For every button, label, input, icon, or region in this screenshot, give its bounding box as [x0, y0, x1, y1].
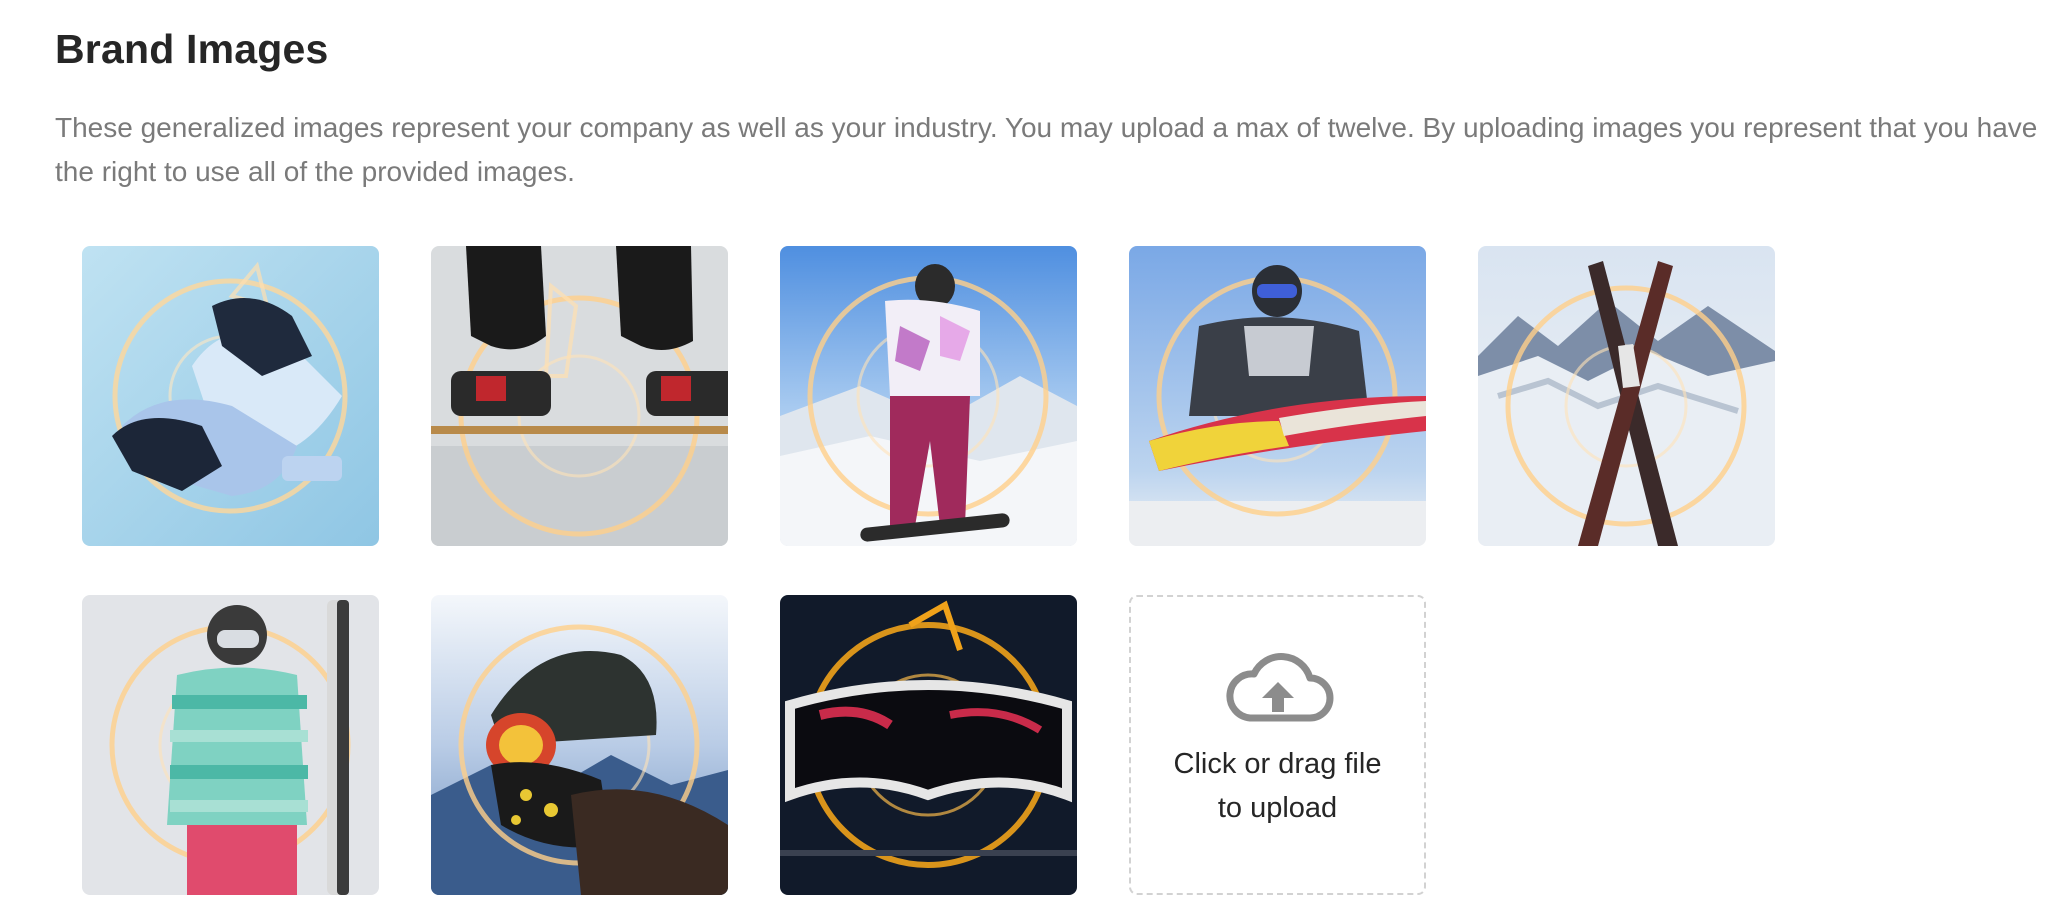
cloud-upload-icon [1225, 653, 1333, 722]
crossed-skis-image [1478, 246, 1775, 546]
brand-image-snowboard-jump[interactable] [1129, 246, 1426, 546]
brand-image-crossed-skis[interactable] [1478, 246, 1775, 546]
upload-dropzone[interactable]: Click or drag file to upload [1129, 595, 1426, 895]
brand-image-helmet-goggles[interactable] [431, 595, 728, 895]
section-title: Brand Images [55, 26, 329, 72]
brand-image-snowboard-boots[interactable] [431, 246, 728, 546]
image-grid: Click or drag file to upload [82, 246, 1775, 895]
skier-striped-image [82, 595, 379, 895]
section-description: These generalized images represent your … [55, 112, 2038, 187]
brand-image-gloves[interactable] [82, 246, 379, 546]
brand-image-skier-pink[interactable] [780, 246, 1077, 546]
goggles-image [780, 595, 1077, 895]
brand-image-goggles[interactable] [780, 595, 1077, 895]
helmet-goggles-image [431, 595, 728, 895]
brand-images-section: Brand Images These generalized images re… [0, 0, 2056, 920]
snowboard-boots-image [431, 246, 728, 546]
upload-label: Click or drag file to upload [1173, 748, 1382, 824]
gloves-image [82, 246, 379, 546]
skier-pink-image [780, 246, 1077, 546]
brand-image-skier-striped[interactable] [82, 595, 379, 895]
snowboard-jump-image [1129, 246, 1426, 546]
